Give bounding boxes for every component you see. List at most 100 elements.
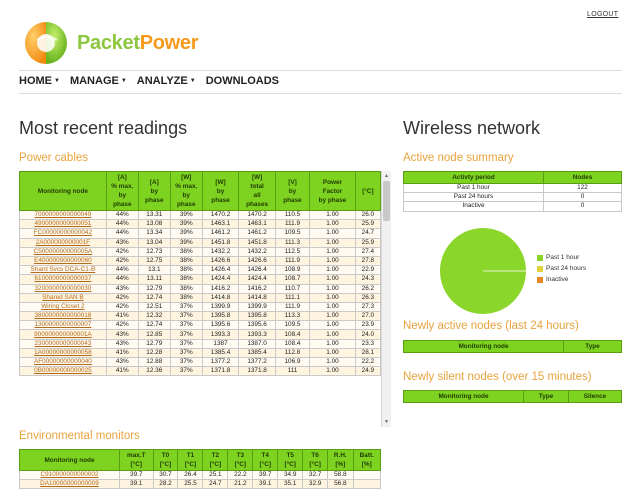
table-cell: 32.7 — [302, 469, 329, 481]
table-cell: 27.4 — [354, 246, 382, 257]
table-cell: 1.00 — [309, 219, 356, 230]
column-header: T2 [°C] — [202, 449, 229, 471]
monitoring-node-link[interactable]: 1A00000000000058 — [19, 347, 107, 359]
logo[interactable]: PacketPower — [23, 20, 199, 66]
table-cell: 1426.6 — [201, 255, 240, 267]
newly-silent-table: Monitoring node Type Silence — [403, 390, 622, 403]
monitoring-node-link[interactable]: Shared SAN B — [19, 292, 107, 303]
table-header-row: Monitoring node Type Silence — [403, 390, 622, 403]
table-cell: 111.1 — [274, 292, 311, 303]
table-cell: 42% — [105, 292, 139, 303]
column-header: [A] by phase — [137, 171, 171, 211]
table-row: Shared SAN B 42% 12.74 38% 1414.8 1414.8 111.1… — [19, 292, 382, 303]
scroll-down-arrow-icon[interactable]: ▼ — [383, 418, 390, 426]
table-cell: 1426.6 — [238, 255, 276, 267]
monitoring-node-link[interactable]: 3200000000000030 — [19, 283, 107, 294]
column-header: [°C] — [354, 171, 382, 211]
monitoring-node-link[interactable]: Wiring Closet 2 — [19, 301, 107, 313]
table-cell: 1470.2 — [238, 209, 276, 221]
table-cell: 39% — [169, 228, 203, 239]
table-cell: 1.00 — [309, 283, 356, 294]
table-cell: 111 — [274, 366, 311, 377]
page-title: Most recent readings — [19, 118, 188, 138]
monitoring-node-link[interactable]: FC00000000000042 — [19, 228, 107, 239]
power-cables-scrollbar[interactable]: ▲ ▼ — [381, 171, 391, 427]
table-cell: 1414.8 — [238, 292, 276, 303]
scroll-thumb[interactable] — [383, 181, 390, 221]
table-cell: 1385.4 — [201, 347, 240, 359]
legend-swatch — [537, 265, 543, 272]
table-cell: 12.51 — [137, 301, 171, 313]
table-cell: 12.85 — [137, 329, 171, 340]
table-cell: 23.9 — [354, 320, 382, 331]
table-cell: 58.8 — [327, 469, 354, 481]
table-cell: 26.0 — [354, 209, 382, 221]
nav-manage[interactable]: MANAGE ▼ — [70, 75, 127, 87]
monitoring-node-link[interactable]: DA10000000000009 — [19, 479, 120, 490]
monitoring-node-link[interactable]: Shard Svcs DCA-C1-B — [19, 265, 107, 276]
monitoring-node-link[interactable]: 7000000000000049 — [19, 209, 107, 221]
monitoring-node-link[interactable]: 4900000000000051 — [19, 219, 107, 230]
table-row: Inactive 0 — [403, 201, 622, 212]
table-row: Past 24 hours 0 — [403, 192, 622, 203]
monitoring-node-link[interactable]: C50000000000005A — [19, 246, 107, 257]
table-cell: 44% — [105, 274, 139, 285]
monitoring-node-link[interactable]: E400000000000060 — [19, 255, 107, 267]
table-cell: 109.5 — [274, 320, 311, 331]
column-header: Batt. [%] — [352, 449, 382, 471]
wireless-network-title: Wireless network — [403, 118, 541, 138]
table-cell: 1393.3 — [238, 329, 276, 340]
monitoring-node-link[interactable]: C910000000000002 — [19, 469, 120, 481]
nav-analyze[interactable]: ANALYZE ▼ — [137, 75, 196, 87]
table-row: Past 1 hour 122 — [403, 182, 622, 194]
table-row: C910000000000002 39.7 30.7 26.4 25.1 22.2 39.7… — [19, 469, 382, 481]
table-cell: 12.88 — [137, 356, 171, 368]
table-cell: 39.7 — [119, 469, 154, 481]
column-header: Type — [523, 390, 569, 403]
column-header: [W] by phase — [201, 171, 240, 211]
table-cell: 13.08 — [137, 219, 171, 230]
nav-manage-label: MANAGE — [69, 75, 119, 87]
monitoring-node-link[interactable]: 6100000000000037 — [19, 274, 107, 285]
table-cell: 42% — [105, 255, 139, 267]
monitoring-node-link[interactable]: 0B00000000000025 — [19, 366, 107, 377]
table-cell: 1426.4 — [201, 265, 240, 276]
power-cables-heading: Power cables — [19, 152, 89, 164]
table-cell: 12.32 — [137, 311, 171, 322]
table-row: 2300000000000043 43% 12.79 37% 1387 1387.0 108… — [19, 338, 382, 349]
legend-item: Inactive — [537, 276, 586, 283]
monitoring-node-link[interactable]: 1300000000000007 — [19, 320, 107, 331]
table-cell: 22.2 — [354, 356, 382, 368]
scroll-up-arrow-icon[interactable]: ▲ — [383, 172, 390, 180]
monitoring-node-link[interactable]: AF00000000000040 — [19, 356, 107, 368]
table-cell: 42% — [105, 320, 139, 331]
table-cell: 1424.4 — [201, 274, 240, 285]
power-cables-scroll-area[interactable]: Monitoring node [A]% max. by phase [A] by phas… — [19, 171, 391, 427]
table-cell: 1.00 — [309, 274, 356, 285]
monitoring-node-link[interactable]: 2300000000000043 — [19, 338, 107, 349]
table-cell: 37% — [169, 338, 203, 349]
column-header: Silence — [568, 390, 622, 403]
newly-silent-heading: Newly silent nodes (over 15 minutes) — [403, 371, 592, 383]
monitoring-node-link[interactable]: 3800000000000018 — [19, 311, 107, 322]
table-header-row: Monitoring node max.T [°C] T0 [°C] T1 [°C] T2 [°… — [19, 449, 382, 471]
nav-downloads[interactable]: DOWNLOADS — [206, 75, 279, 87]
table-cell: 42% — [105, 301, 139, 313]
table-cell: 1.00 — [309, 329, 356, 340]
monitoring-node-link[interactable]: 900000000000001A — [19, 329, 107, 340]
table-cell: 1395.6 — [238, 320, 276, 331]
table-cell: 13.11 — [137, 274, 171, 285]
table-cell: 43% — [105, 338, 139, 349]
table-cell: 110.7 — [274, 283, 311, 294]
table-row: 7000000000000049 44% 13.31 39% 1470.2 1470.2 1… — [19, 209, 382, 221]
table-cell: 43% — [105, 283, 139, 294]
nav-home[interactable]: HOME ▼ — [19, 75, 60, 87]
table-cell: 1.00 — [309, 366, 356, 377]
monitoring-node-link[interactable]: 2A000000000001F — [19, 237, 107, 248]
table-cell: 1.00 — [309, 255, 356, 267]
table-row: DA10000000000009 39.1 28.2 25.5 24.7 21.2 39.1… — [19, 479, 382, 490]
table-cell: Inactive — [403, 201, 544, 212]
legend-label: Inactive — [546, 276, 569, 283]
logout-link[interactable]: LOGOUT — [587, 11, 618, 18]
table-cell: 12.79 — [137, 283, 171, 294]
